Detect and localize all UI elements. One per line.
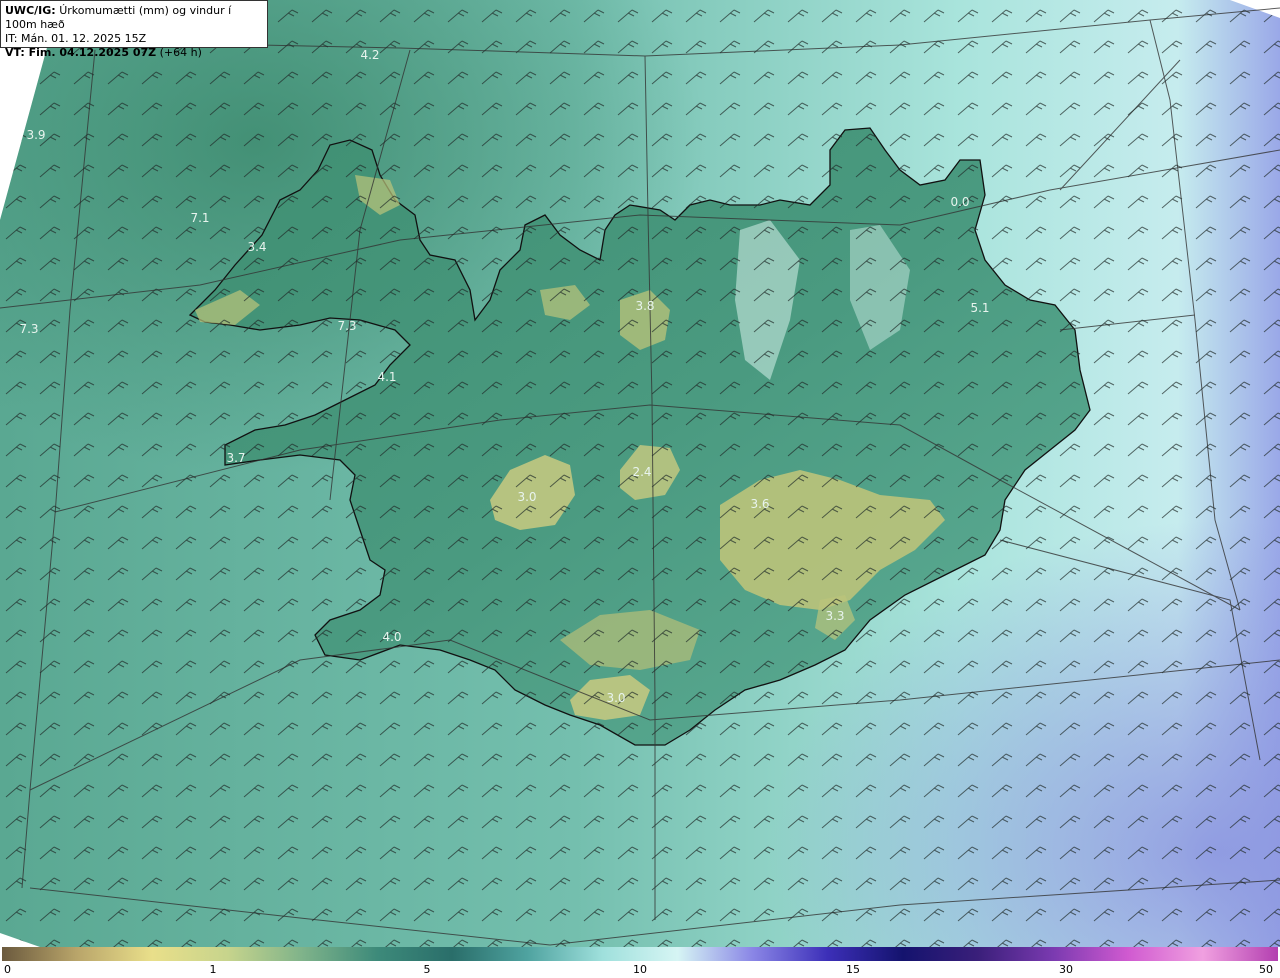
precip-value-label: 4.1 [377,370,396,384]
precip-value-label: 4.2 [360,48,379,62]
precipitation-wind-map: 4.2 3.9 7.1 3.4 7.3 7.3 4.1 3.7 3.8 3.0 2.4 5.1 0.0 4… [0,0,1280,947]
precip-value-label: 0.0 [950,195,969,209]
scale-tick: 50 [1259,963,1273,976]
scale-tick: 15 [846,963,860,976]
precip-value-label: 5.1 [970,301,989,315]
product-code: UWC/IG: [5,4,56,17]
color-scale-bar [2,947,1278,961]
precip-value-label: 3.4 [247,240,266,254]
precip-value-label: 4.0 [382,630,401,644]
scale-tick: 1 [209,963,217,976]
precip-value-label: 3.8 [635,299,654,313]
init-time: IT: Mán. 01. 12. 2025 15Z [5,32,147,45]
scale-tick: 5 [423,963,431,976]
scale-tick: 0 [4,963,11,976]
precip-value-label: 7.3 [19,322,38,336]
title-box: UWC/IG: Úrkomumætti (mm) og vindur í 100… [0,0,268,59]
precip-value-label: 7.1 [190,211,209,225]
color-scale-ticks: 0 1 5 10 15 30 50 [0,962,1280,978]
precip-value-label: 2.4 [632,465,651,479]
precip-value-label: 3.9 [26,128,45,142]
precip-value-label: 3.0 [606,691,625,705]
scale-tick: 10 [633,963,647,976]
precip-value-label: 3.3 [825,609,844,623]
precip-value-label: 7.3 [337,319,356,333]
map-viewport: 4.2 3.9 7.1 3.4 7.3 7.3 4.1 3.7 3.8 3.0 2.4 5.1 0.0 4… [0,0,1280,978]
valid-time-line: VT: Fim. 04.12.2025 07Z (+64 h) [5,46,263,60]
valid-time: VT: Fim. 04.12.2025 07Z [5,46,157,59]
precip-value-label: 3.0 [517,490,536,504]
precip-value-label: 3.6 [750,497,769,511]
scale-tick: 30 [1059,963,1073,976]
title-line: UWC/IG: Úrkomumætti (mm) og vindur í 100… [5,4,263,32]
precip-value-label: 3.7 [226,451,245,465]
lead-time: (+64 h) [159,46,202,59]
